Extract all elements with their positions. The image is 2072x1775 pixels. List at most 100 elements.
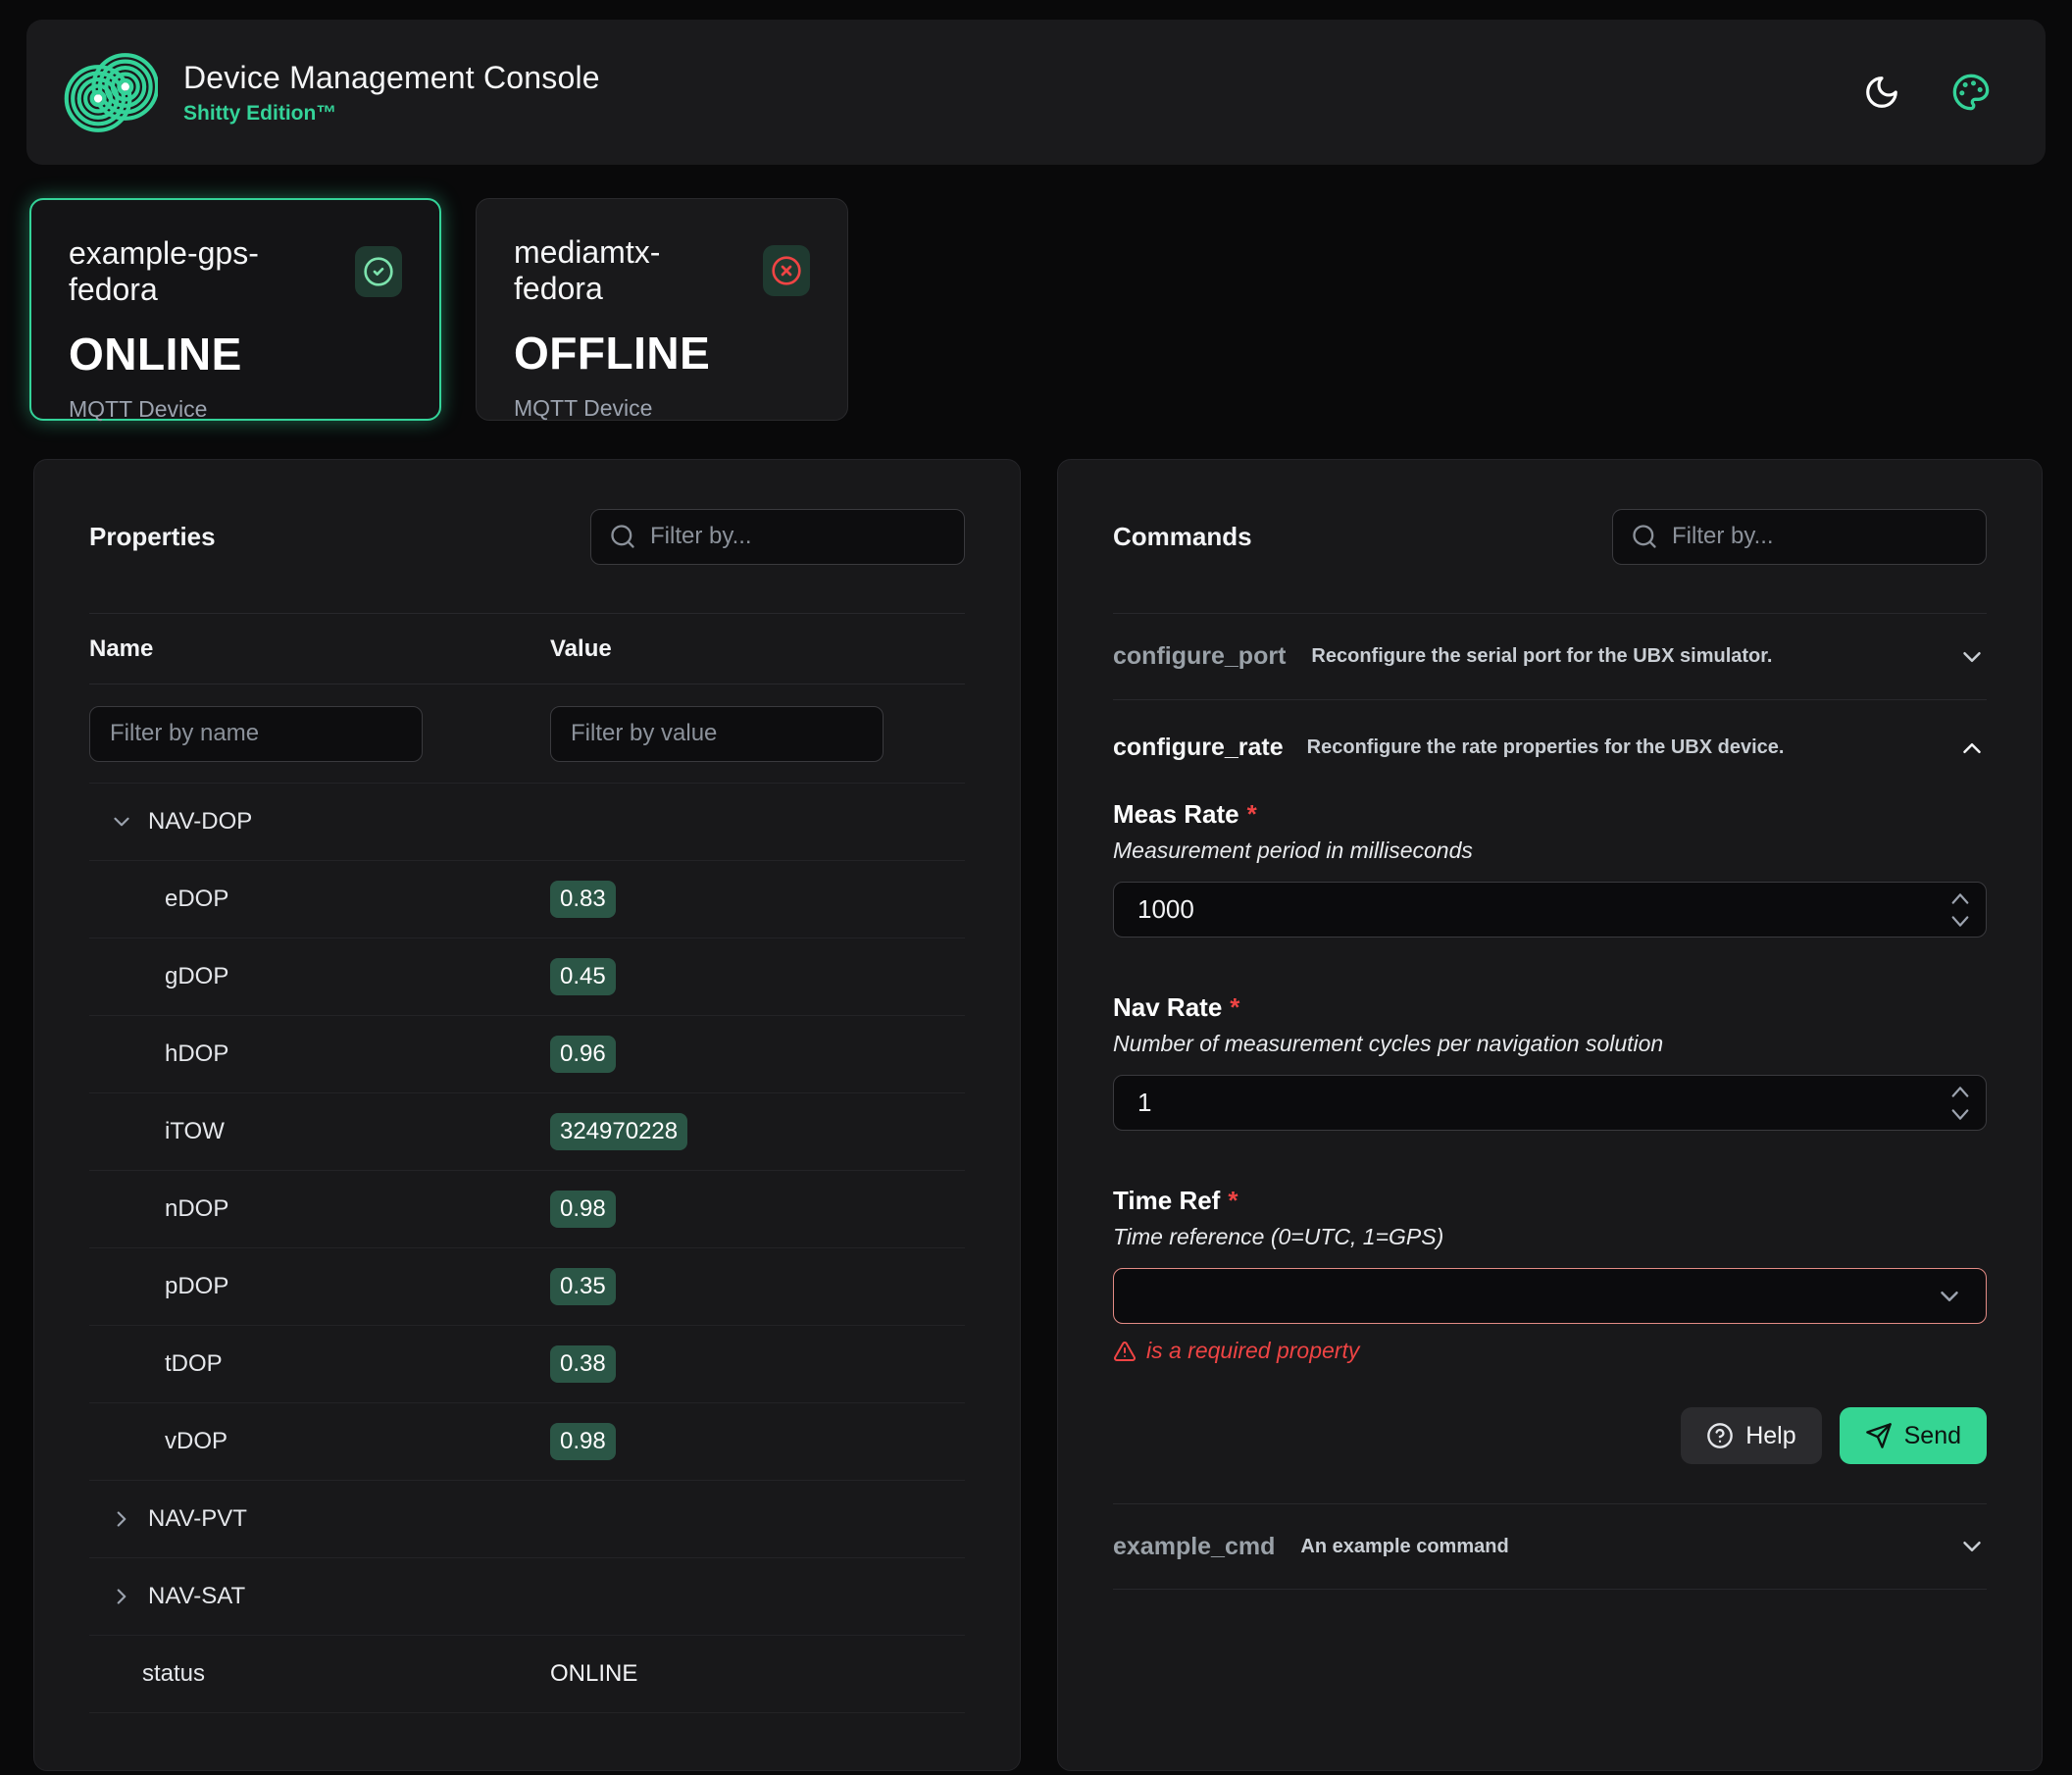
device-card-mediamtx-fedora[interactable]: mediamtx-fedora OFFLINE MQTT Device (476, 198, 848, 421)
property-group-row[interactable]: NAV-DOP (89, 784, 965, 861)
value-filter-input[interactable] (550, 706, 884, 762)
chevron-down-icon[interactable] (1957, 642, 1987, 672)
theme-picker-button[interactable] (1947, 69, 1995, 116)
dark-mode-toggle[interactable] (1859, 70, 1904, 115)
property-name: tDOP (89, 1350, 550, 1378)
validation-error: is a required property (1113, 1338, 1987, 1364)
properties-filter[interactable] (590, 509, 965, 565)
send-button-label: Send (1904, 1422, 1961, 1450)
command-name: configure_port (1113, 642, 1286, 671)
property-row: iTOW 324970228 (89, 1093, 965, 1171)
chevron-right-icon[interactable] (109, 1506, 134, 1532)
field-description: Time reference (0=UTC, 1=GPS) (1113, 1224, 1987, 1250)
property-group-label: NAV-DOP (148, 808, 252, 836)
field-description: Measurement period in milliseconds (1113, 837, 1987, 864)
help-circle-icon (1706, 1422, 1734, 1449)
column-header-value: Value (550, 635, 612, 663)
property-value-badge: 0.98 (550, 1191, 616, 1229)
palette-icon (1951, 73, 1991, 112)
field-description: Number of measurement cycles per navigat… (1113, 1031, 1987, 1057)
property-value-badge: 0.98 (550, 1423, 616, 1461)
device-type: MQTT Device (514, 395, 810, 422)
page-subtitle: Shitty Edition™ (183, 102, 600, 126)
command-configure-port[interactable]: configure_port Reconfigure the serial po… (1113, 614, 1987, 700)
commands-filter[interactable] (1612, 509, 1987, 565)
property-row: pDOP 0.35 (89, 1248, 965, 1326)
meas-rate-input[interactable] (1113, 882, 1987, 938)
property-row: status ONLINE (89, 1636, 965, 1713)
nav-rate-input[interactable] (1113, 1075, 1987, 1131)
device-status-text: OFFLINE (514, 327, 810, 380)
property-group-label: NAV-PVT (148, 1505, 247, 1533)
property-value-badge: 0.45 (550, 958, 616, 996)
device-name: example-gps-fedora (69, 235, 337, 308)
property-name: pDOP (89, 1273, 550, 1300)
help-button[interactable]: Help (1681, 1407, 1821, 1464)
commands-filter-input[interactable] (1672, 523, 1968, 550)
property-name: nDOP (89, 1195, 550, 1223)
time-ref-select[interactable] (1113, 1268, 1987, 1324)
command-configure-rate[interactable]: configure_rate Reconfigure the rate prop… (1113, 700, 1987, 795)
nav-rate-field: Nav Rate * Number of measurement cycles p… (1113, 992, 1987, 1131)
properties-filter-input[interactable] (650, 523, 946, 550)
property-row: eDOP 0.83 (89, 861, 965, 938)
field-label: Nav Rate (1113, 992, 1222, 1022)
app-header: Device Management Console Shitty Edition… (26, 20, 2046, 165)
property-value-badge: 0.35 (550, 1268, 616, 1306)
chevron-right-icon[interactable] (109, 1584, 134, 1609)
required-marker: * (1230, 992, 1239, 1022)
column-header-name: Name (89, 635, 550, 663)
properties-title: Properties (89, 522, 216, 552)
decrement-button[interactable] (1949, 1107, 1971, 1123)
increment-button[interactable] (1949, 1084, 1971, 1099)
error-text: is a required property (1146, 1338, 1359, 1364)
moon-icon (1863, 74, 1900, 111)
property-row: vDOP 0.98 (89, 1403, 965, 1481)
command-example-cmd[interactable]: example_cmd An example command (1113, 1503, 1987, 1590)
property-group-label: NAV-SAT (148, 1583, 245, 1610)
device-status-text: ONLINE (69, 328, 402, 380)
check-circle-icon (363, 256, 394, 287)
property-name: hDOP (89, 1040, 550, 1068)
device-type: MQTT Device (69, 396, 402, 423)
property-name: gDOP (89, 963, 550, 990)
x-circle-icon (771, 255, 802, 286)
property-name: status (89, 1660, 550, 1688)
help-button-label: Help (1745, 1422, 1795, 1450)
increment-button[interactable] (1949, 890, 1971, 906)
property-group-row[interactable]: NAV-SAT (89, 1558, 965, 1636)
command-name: example_cmd (1113, 1533, 1275, 1561)
property-value-badge: 0.96 (550, 1036, 616, 1074)
required-marker: * (1228, 1186, 1238, 1215)
property-value-badge: 324970228 (550, 1113, 687, 1151)
property-value-badge: 0.83 (550, 881, 616, 919)
property-row: tDOP 0.38 (89, 1326, 965, 1403)
property-row: hDOP 0.96 (89, 1016, 965, 1093)
device-card-example-gps-fedora[interactable]: example-gps-fedora ONLINE MQTT Device (29, 198, 441, 421)
property-group-row[interactable]: NAV-PVT (89, 1481, 965, 1558)
send-icon (1865, 1422, 1893, 1449)
chevron-down-icon[interactable] (1957, 1532, 1987, 1561)
search-icon (1631, 523, 1658, 550)
page-title: Device Management Console (183, 60, 600, 96)
send-button[interactable]: Send (1840, 1407, 1987, 1464)
commands-title: Commands (1113, 522, 1252, 552)
required-marker: * (1247, 799, 1257, 829)
command-description: An example command (1300, 1536, 1508, 1558)
property-row: gDOP 0.45 (89, 938, 965, 1016)
name-filter-input[interactable] (89, 706, 423, 762)
chevron-down-icon[interactable] (109, 809, 134, 835)
field-label: Meas Rate (1113, 799, 1239, 829)
device-name: mediamtx-fedora (514, 234, 745, 307)
command-name: configure_rate (1113, 734, 1284, 762)
properties-panel: Properties Name Value NAV-DOP eDOP (33, 459, 1021, 1771)
warning-triangle-icon (1113, 1340, 1137, 1363)
device-status-badge (355, 246, 402, 297)
device-status-badge (763, 245, 810, 296)
command-configure-rate-section: configure_rate Reconfigure the rate prop… (1113, 700, 1987, 1503)
field-label: Time Ref (1113, 1186, 1220, 1215)
chevron-up-icon[interactable] (1957, 734, 1987, 763)
property-value-badge: 0.38 (550, 1345, 616, 1384)
decrement-button[interactable] (1949, 914, 1971, 930)
property-value: ONLINE (550, 1660, 637, 1688)
